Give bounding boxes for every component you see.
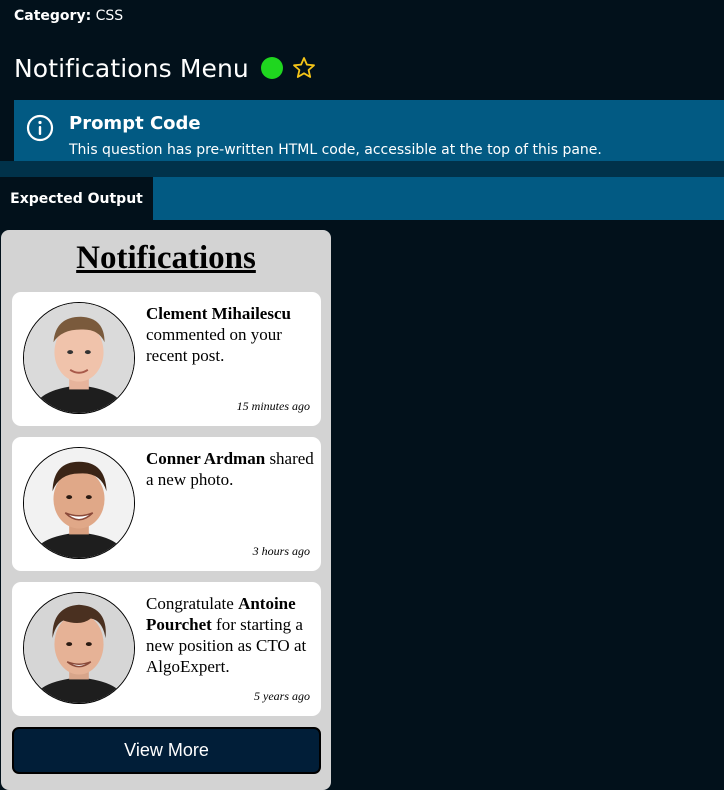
avatar xyxy=(23,592,135,704)
notification-card: Conner Ardman shared a new photo. 3 hour… xyxy=(12,437,321,571)
info-icon xyxy=(26,114,54,142)
category-value: CSS xyxy=(95,8,124,24)
notification-name: Clement Mihailescu xyxy=(146,304,291,323)
notification-time: 15 minutes ago xyxy=(236,399,310,413)
category-line: Category: CSS xyxy=(14,7,123,25)
title-row: Notifications Menu xyxy=(14,48,316,88)
divider-strip xyxy=(0,161,724,177)
output-tab-bar: Expected Output xyxy=(0,177,724,220)
notification-time: 5 years ago xyxy=(254,689,310,703)
notification-card: Congratulate Antoine Pourchet for starti… xyxy=(12,582,321,716)
view-more-button[interactable]: View More xyxy=(12,727,321,774)
notification-card: Clement Mihailescu commented on your rec… xyxy=(12,292,321,426)
prompt-code-banner: Prompt Code This question has pre-writte… xyxy=(14,100,724,161)
notification-name: Conner Ardman xyxy=(146,449,266,468)
expected-output-panel: Notifications Clement Mihailescu comment… xyxy=(1,230,331,790)
notification-text: Conner Ardman shared a new photo. xyxy=(146,448,314,490)
category-label: Category: xyxy=(14,8,92,24)
prompt-heading: Prompt Code xyxy=(69,113,201,134)
notification-time: 3 hours ago xyxy=(252,544,310,558)
tab-expected-output[interactable]: Expected Output xyxy=(0,177,153,220)
completion-status-dot xyxy=(260,57,283,79)
notification-text: Congratulate Antoine Pourchet for starti… xyxy=(146,593,314,677)
notification-prefix: Congratulate xyxy=(146,594,234,613)
notifications-heading: Notifications xyxy=(76,240,256,276)
avatar xyxy=(23,302,135,414)
page-title: Notifications Menu xyxy=(14,53,249,83)
star-outline-icon[interactable] xyxy=(292,56,316,80)
prompt-text: This question has pre-written HTML code,… xyxy=(69,142,602,158)
notification-message: commented on your recent post. xyxy=(146,325,282,365)
notification-text: Clement Mihailescu commented on your rec… xyxy=(146,303,314,366)
avatar xyxy=(23,447,135,559)
